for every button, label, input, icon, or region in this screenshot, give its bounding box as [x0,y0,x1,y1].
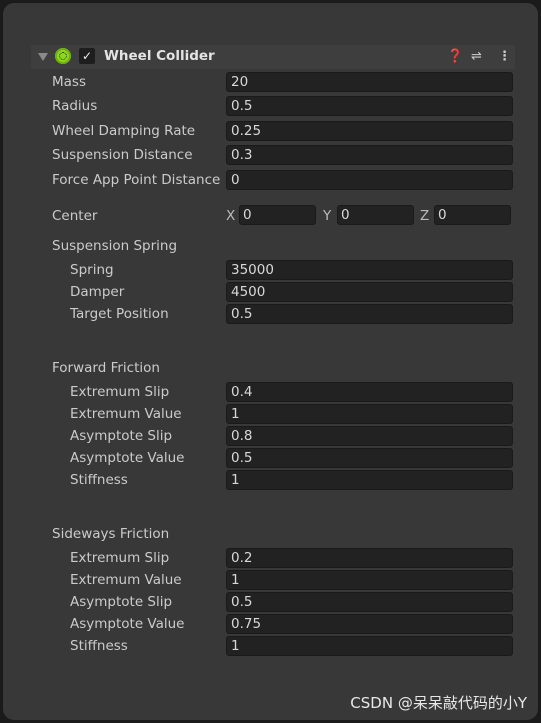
mass-label: Mass [52,74,86,90]
wheel-damping-rate-label: Wheel Damping Rate [52,123,196,139]
component-title: Wheel Collider [104,48,215,64]
suspension-damper-label: Damper [70,284,125,300]
center-x-field[interactable]: 0 [239,205,316,225]
forward-stiffness-label: Stiffness [70,472,128,488]
sideways-asymptote-slip-field[interactable]: 0.5 [226,592,513,612]
radius-label: Radius [52,98,98,114]
center-z-field[interactable]: 0 [434,205,511,225]
suspension-target-position-field[interactable]: 0.5 [226,304,513,324]
center-label: Center [52,208,98,224]
forward-extremum-value-label: Extremum Value [70,406,182,422]
forward-extremum-slip-label: Extremum Slip [70,384,170,400]
sideways-stiffness-field[interactable]: 1 [226,636,513,656]
help-icon[interactable]: ❓ [447,48,463,66]
wheel-collider-icon [55,48,71,64]
forward-asymptote-slip-field[interactable]: 0.8 [226,426,513,446]
radius-field[interactable]: 0.5 [226,96,513,116]
suspension-spring-header[interactable]: Suspension Spring [52,237,177,255]
center-y-label: Y [323,208,332,224]
inspector-panel: ✓ Wheel Collider ❓ ⇌ ⋮ Mass 20 Radius 0.5 Wh… [2,2,539,721]
forward-asymptote-slip-label: Asymptote Slip [70,428,173,444]
sideways-extremum-value-label: Extremum Value [70,572,182,588]
suspension-damper-field[interactable]: 4500 [226,282,513,302]
wheel-damping-rate-field[interactable]: 0.25 [226,121,513,141]
watermark: CSDN @呆呆敲代码的小Y [350,694,527,712]
center-y-field[interactable]: 0 [337,205,414,225]
suspension-distance-label: Suspension Distance [52,147,193,163]
suspension-spring-field[interactable]: 35000 [226,260,513,280]
sideways-asymptote-value-label: Asymptote Value [70,616,185,632]
suspension-distance-field[interactable]: 0.3 [226,145,513,165]
foldout-arrow-icon[interactable] [38,53,48,61]
more-icon[interactable]: ⋮ [498,48,511,66]
forward-extremum-value-field[interactable]: 1 [226,404,513,424]
preset-icon[interactable]: ⇌ [471,48,482,66]
sideways-asymptote-slip-label: Asymptote Slip [70,594,173,610]
center-z-label: Z [420,208,430,224]
center-x-label: X [226,208,236,224]
forward-asymptote-value-field[interactable]: 0.5 [226,448,513,468]
sideways-extremum-slip-field[interactable]: 0.2 [226,548,513,568]
mass-field[interactable]: 20 [226,72,513,92]
sideways-extremum-slip-label: Extremum Slip [70,550,170,566]
forward-asymptote-value-label: Asymptote Value [70,450,185,466]
suspension-spring-label: Spring [70,262,114,278]
sideways-stiffness-label: Stiffness [70,638,128,654]
component-header[interactable]: ✓ Wheel Collider ❓ ⇌ ⋮ [31,45,515,69]
sideways-asymptote-value-field[interactable]: 0.75 [226,614,513,634]
forward-extremum-slip-field[interactable]: 0.4 [226,382,513,402]
forward-friction-header[interactable]: Forward Friction [52,359,160,377]
force-app-point-distance-field[interactable]: 0 [226,170,513,190]
sideways-extremum-value-field[interactable]: 1 [226,570,513,590]
suspension-target-position-label: Target Position [70,306,169,322]
sideways-friction-header[interactable]: Sideways Friction [52,525,169,543]
force-app-point-distance-label: Force App Point Distance [52,172,221,188]
enabled-checkbox[interactable]: ✓ [79,48,95,64]
forward-stiffness-field[interactable]: 1 [226,470,513,490]
